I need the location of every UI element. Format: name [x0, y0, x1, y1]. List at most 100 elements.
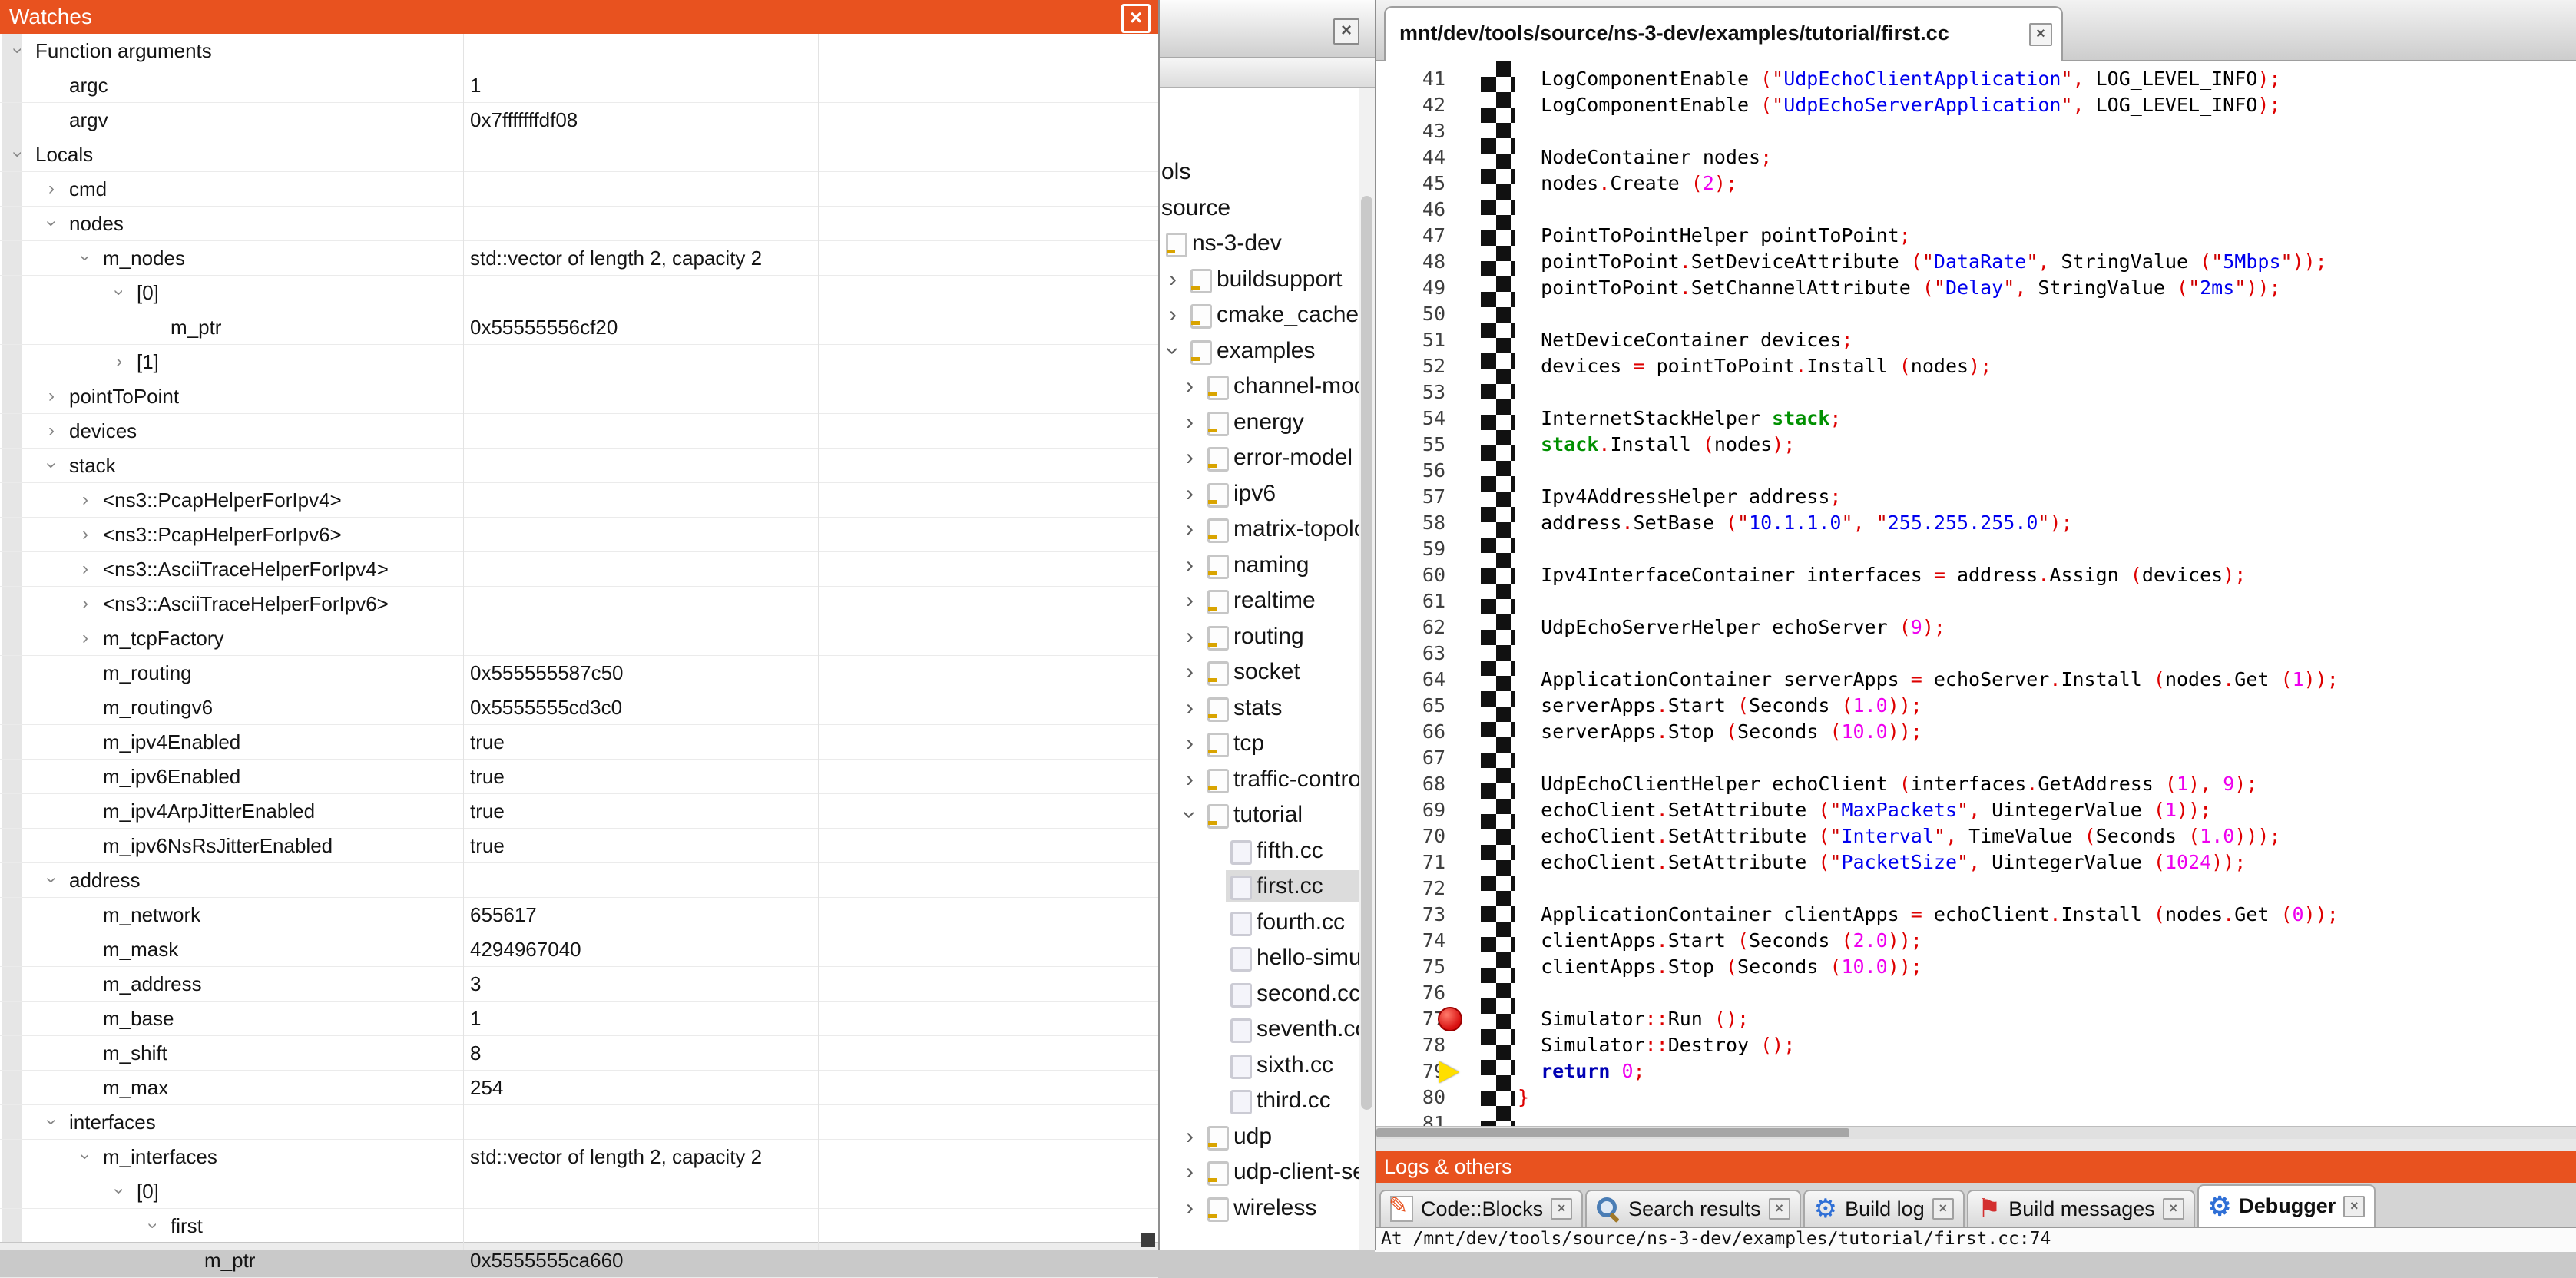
- watch-row[interactable]: ›[0]: [0, 276, 1158, 310]
- code-line[interactable]: }: [1518, 1084, 1529, 1111]
- editor-hscrollbar[interactable]: [1375, 1126, 2576, 1139]
- breakpoint-icon[interactable]: [1438, 1007, 1462, 1031]
- tree-item-buildsupport[interactable]: ›buildsupport: [1158, 262, 1359, 297]
- watch-row[interactable]: ›<ns3::PcapHelperForIpv6>: [0, 518, 1158, 552]
- close-icon[interactable]: ×: [1551, 1198, 1572, 1220]
- code-line[interactable]: Simulator::Destroy ();: [1518, 1032, 1795, 1058]
- logs-tab-build-messages[interactable]: ⚑Build messages×: [1967, 1190, 2195, 1227]
- line-number[interactable]: 41: [1375, 66, 1445, 92]
- line-number[interactable]: 76: [1375, 980, 1445, 1006]
- chevron-down-icon[interactable]: ›: [35, 454, 68, 477]
- line-number[interactable]: 46: [1375, 197, 1445, 223]
- chevron-right-icon[interactable]: ›: [108, 345, 131, 379]
- chevron-right-icon[interactable]: ›: [1178, 369, 1201, 404]
- line-number[interactable]: 50: [1375, 301, 1445, 327]
- chevron-right-icon[interactable]: ›: [74, 587, 97, 621]
- tree-item-realtime[interactable]: ›realtime: [1158, 583, 1359, 618]
- watch-row[interactable]: ›cmd: [0, 172, 1158, 207]
- watch-row[interactable]: m_ipv6Enabledtrue: [0, 760, 1158, 794]
- close-icon[interactable]: ×: [2029, 23, 2052, 46]
- tree-item-wireless[interactable]: ›wireless: [1158, 1190, 1359, 1226]
- code-line[interactable]: NetDeviceContainer devices;: [1518, 327, 1853, 353]
- code-line[interactable]: echoClient.SetAttribute ("PacketSize", U…: [1518, 849, 2246, 876]
- line-number[interactable]: 69: [1375, 797, 1445, 823]
- chevron-down-icon[interactable]: ›: [1, 39, 35, 62]
- code-line[interactable]: LogComponentEnable ("UdpEchoClientApplic…: [1518, 66, 2280, 92]
- line-number[interactable]: 72: [1375, 876, 1445, 902]
- watch-row[interactable]: ›pointToPoint: [0, 379, 1158, 414]
- code-line[interactable]: devices = pointToPoint.Install (nodes);: [1518, 353, 1992, 379]
- tree-item-routing[interactable]: ›routing: [1158, 619, 1359, 654]
- watch-row[interactable]: ›[1]: [0, 345, 1158, 379]
- code-line[interactable]: return 0;: [1518, 1058, 1645, 1084]
- close-icon[interactable]: ×: [2343, 1196, 2365, 1217]
- tree-item-traffic-contro[interactable]: ›traffic-contro: [1158, 762, 1359, 797]
- code-line[interactable]: PointToPointHelper pointToPoint;: [1518, 223, 1911, 249]
- tree-item-naming[interactable]: ›naming: [1158, 548, 1359, 583]
- code-line[interactable]: UdpEchoServerHelper echoServer (9);: [1518, 614, 1945, 641]
- watch-row[interactable]: m_ipv6NsRsJitterEnabledtrue: [0, 829, 1158, 863]
- chevron-down-icon[interactable]: ›: [68, 1145, 102, 1168]
- chevron-right-icon[interactable]: ›: [1178, 1119, 1201, 1154]
- line-number[interactable]: 54: [1375, 406, 1445, 432]
- tree-item-udp[interactable]: ›udp: [1158, 1119, 1359, 1154]
- code-line[interactable]: clientApps.Start (Seconds (2.0));: [1518, 928, 1922, 954]
- line-number[interactable]: 58: [1375, 510, 1445, 536]
- line-number[interactable]: 80: [1375, 1084, 1445, 1111]
- close-icon[interactable]: ×: [1121, 4, 1151, 33]
- tree-item-error-model[interactable]: ›error-model: [1158, 440, 1359, 475]
- close-icon[interactable]: ×: [1769, 1198, 1790, 1220]
- chevron-right-icon[interactable]: ›: [1178, 440, 1201, 475]
- line-number[interactable]: 60: [1375, 562, 1445, 588]
- watch-row[interactable]: ›<ns3::AsciiTraceHelperForIpv6>: [0, 587, 1158, 621]
- logs-tab-search-results[interactable]: Search results×: [1585, 1190, 1801, 1227]
- tree-item-fifth-cc[interactable]: fifth.cc: [1158, 833, 1359, 869]
- code-line[interactable]: serverApps.Stop (Seconds (10.0));: [1518, 719, 1922, 745]
- watch-row[interactable]: ›nodes: [0, 207, 1158, 241]
- tree-item-tutorial[interactable]: ›tutorial: [1158, 797, 1359, 833]
- chevron-right-icon[interactable]: ›: [1178, 619, 1201, 654]
- line-number[interactable]: 68: [1375, 771, 1445, 797]
- line-number[interactable]: 44: [1375, 144, 1445, 171]
- tree-item-tcp[interactable]: ›tcp: [1158, 726, 1359, 761]
- watch-row[interactable]: ›Function arguments: [0, 34, 1158, 68]
- chevron-right-icon[interactable]: ›: [1178, 1190, 1201, 1226]
- watch-row[interactable]: m_address3: [0, 967, 1158, 1002]
- watches-titlebar[interactable]: Watches ×: [0, 0, 1158, 34]
- tree-scrollbar[interactable]: [1359, 88, 1375, 1250]
- code-line[interactable]: nodes.Create (2);: [1518, 171, 1737, 197]
- line-number[interactable]: 45: [1375, 171, 1445, 197]
- line-number[interactable]: 49: [1375, 275, 1445, 301]
- chevron-right-icon[interactable]: ›: [74, 552, 97, 586]
- watch-row[interactable]: m_ipv4ArpJitterEnabledtrue: [0, 794, 1158, 829]
- line-number[interactable]: 77: [1375, 1006, 1445, 1032]
- code-line[interactable]: serverApps.Start (Seconds (1.0));: [1518, 693, 1922, 719]
- tree-item-source[interactable]: source: [1158, 190, 1359, 226]
- watch-row[interactable]: m_mask4294967040: [0, 932, 1158, 967]
- code-line[interactable]: UdpEchoClientHelper echoClient (interfac…: [1518, 771, 2257, 797]
- editor-hscrollbar-thumb[interactable]: [1376, 1128, 1849, 1137]
- line-number[interactable]: 71: [1375, 849, 1445, 876]
- code-line[interactable]: ApplicationContainer serverApps = echoSe…: [1518, 667, 2339, 693]
- column-divider[interactable]: [818, 34, 819, 1250]
- editor-tab-first-cc[interactable]: mnt/dev/tools/source/ns-3-dev/examples/t…: [1384, 6, 2063, 61]
- close-icon[interactable]: ×: [2163, 1198, 2184, 1220]
- tree-item-second-cc[interactable]: second.cc: [1158, 976, 1359, 1011]
- tree-item-socket[interactable]: ›socket: [1158, 654, 1359, 690]
- chevron-right-icon[interactable]: ›: [1178, 405, 1201, 440]
- code-line[interactable]: echoClient.SetAttribute ("MaxPackets", U…: [1518, 797, 2211, 823]
- chevron-right-icon[interactable]: ›: [1178, 726, 1201, 761]
- logs-titlebar[interactable]: Logs & others: [1375, 1151, 2576, 1183]
- line-number[interactable]: 74: [1375, 928, 1445, 954]
- code-line[interactable]: Ipv4AddressHelper address;: [1518, 484, 1841, 510]
- tree-item-ns-3-dev[interactable]: ns-3-dev: [1158, 226, 1359, 261]
- code-line[interactable]: pointToPoint.SetChannelAttribute ("Delay…: [1518, 275, 2281, 301]
- code-line[interactable]: echoClient.SetAttribute ("Interval", Tim…: [1518, 823, 2281, 849]
- chevron-right-icon[interactable]: ›: [40, 414, 63, 448]
- line-number[interactable]: 57: [1375, 484, 1445, 510]
- code-line[interactable]: ApplicationContainer clientApps = echoCl…: [1518, 902, 2339, 928]
- column-divider[interactable]: [463, 34, 464, 1250]
- watch-row[interactable]: m_base1: [0, 1002, 1158, 1036]
- watch-row[interactable]: ›devices: [0, 414, 1158, 449]
- line-number[interactable]: 78: [1375, 1032, 1445, 1058]
